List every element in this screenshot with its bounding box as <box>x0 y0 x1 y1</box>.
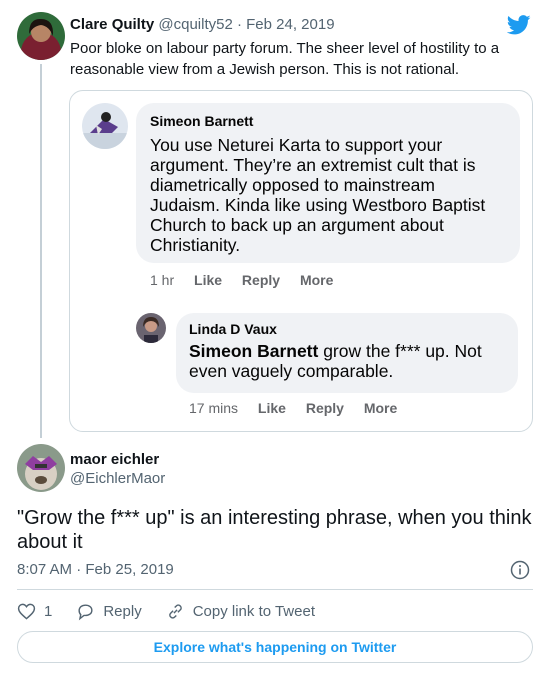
comment-mention: Simeon Barnett <box>189 341 319 361</box>
link-icon <box>168 603 182 619</box>
copy-link-label: Copy link to Tweet <box>192 602 315 620</box>
like-label: Like <box>194 272 223 288</box>
commenter-name: Simeon Barnett <box>150 113 254 129</box>
commenter-avatar <box>136 313 166 343</box>
reply-author-name[interactable]: maor eichler <box>70 451 159 468</box>
embedded-tweet-card: Clare Quilty @cquilty52 · Feb 24, 2019 P… <box>0 0 550 680</box>
reply-label: Reply <box>241 272 281 288</box>
tweet-header: Clare Quilty @cquilty52 · Feb 24, 2019 <box>70 16 335 33</box>
reply-label: Reply <box>103 602 142 620</box>
explore-twitter-button[interactable]: Explore what's happening on Twitter <box>17 631 533 663</box>
speech-bubble-icon <box>78 603 93 620</box>
comment-text: Simeon Barnett grow the f*** up. Not eve… <box>189 341 505 381</box>
like-label: Like <box>257 400 286 416</box>
divider <box>17 589 533 590</box>
tweet-action-bar: 1 Reply Copy link to Tweet <box>17 600 339 622</box>
reply-comment-bubble: Linda D Vaux Simeon Barnett grow the f**… <box>176 313 518 393</box>
tweet-media-image[interactable]: Simeon Barnett You use Neturei Karta to … <box>69 90 533 432</box>
heart-icon <box>17 603 36 620</box>
like-count: 1 <box>44 602 53 620</box>
tweet-meta[interactable]: @cquilty52 · Feb 24, 2019 <box>158 16 334 33</box>
tweet-text: Poor bloke on labour party forum. The sh… <box>70 40 500 78</box>
comment-time: 17 mins <box>189 400 239 416</box>
comment-text: You use Neturei Karta to support your ar… <box>150 135 486 255</box>
reply-author-avatar[interactable] <box>17 444 65 492</box>
commenter-name: Linda D Vaux <box>189 321 277 337</box>
reply-button[interactable]: Reply <box>76 602 142 621</box>
comment-time: 1 hr <box>150 272 175 288</box>
more-label: More <box>299 272 334 288</box>
like-button[interactable]: 1 <box>17 602 52 621</box>
author-avatar[interactable] <box>17 12 65 60</box>
copy-link-button[interactable]: Copy link to Tweet <box>166 602 315 621</box>
reply-tweet-text: "Grow the f*** up" is an interesting phr… <box>17 507 532 553</box>
thread-line <box>40 64 42 438</box>
comment-actions: 17 mins Like Reply More <box>189 400 413 416</box>
comment-bubble: Simeon Barnett You use Neturei Karta to … <box>136 103 520 263</box>
reply-label: Reply <box>305 400 344 416</box>
reply-timestamp[interactable]: 8:07 AM · Feb 25, 2019 <box>17 561 174 578</box>
author-name[interactable]: Clare Quilty <box>70 16 154 33</box>
comment-actions: 1 hr Like Reply More <box>150 272 349 288</box>
more-label: More <box>363 400 398 416</box>
info-icon[interactable] <box>510 560 530 580</box>
commenter-avatar <box>82 103 128 149</box>
twitter-bird-icon[interactable] <box>507 14 531 36</box>
reply-author-handle[interactable]: @EichlerMaor <box>70 470 165 487</box>
